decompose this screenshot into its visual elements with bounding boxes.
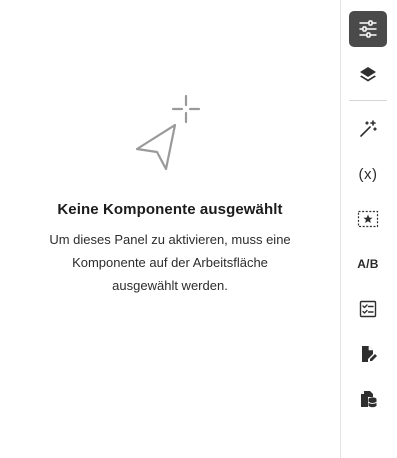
variables-button[interactable]: (x) xyxy=(349,156,387,192)
page-edit-icon xyxy=(358,344,378,364)
page-data-button[interactable] xyxy=(349,381,387,417)
page-database-icon xyxy=(358,389,378,409)
favorites-button[interactable] xyxy=(349,201,387,237)
empty-state-title: Keine Komponente ausgewählt xyxy=(57,201,283,218)
generate-button[interactable] xyxy=(349,111,387,147)
properties-panel: Keine Komponente ausgewählt Um dieses Pa… xyxy=(0,0,340,458)
variables-icon: (x) xyxy=(358,165,378,183)
page-edit-button[interactable] xyxy=(349,336,387,372)
checklist-button[interactable] xyxy=(349,291,387,327)
app-root: Keine Komponente ausgewählt Um dieses Pa… xyxy=(0,0,397,458)
rail-divider xyxy=(349,100,387,101)
checklist-icon xyxy=(358,299,378,319)
select-pointer-sparkle-icon xyxy=(128,92,206,174)
ab-test-icon: A/B xyxy=(357,257,379,271)
layers-icon xyxy=(358,65,378,85)
panel-rail: (x) A/B xyxy=(340,0,397,458)
magic-wand-icon xyxy=(358,119,378,139)
favorite-star-frame-icon xyxy=(357,209,379,229)
properties-sliders-icon xyxy=(358,19,378,39)
layers-button[interactable] xyxy=(349,57,387,93)
properties-button[interactable] xyxy=(349,11,387,47)
empty-state-description: Um dieses Panel zu aktivieren, muss eine… xyxy=(49,232,291,293)
ab-test-button[interactable]: A/B xyxy=(349,246,387,282)
